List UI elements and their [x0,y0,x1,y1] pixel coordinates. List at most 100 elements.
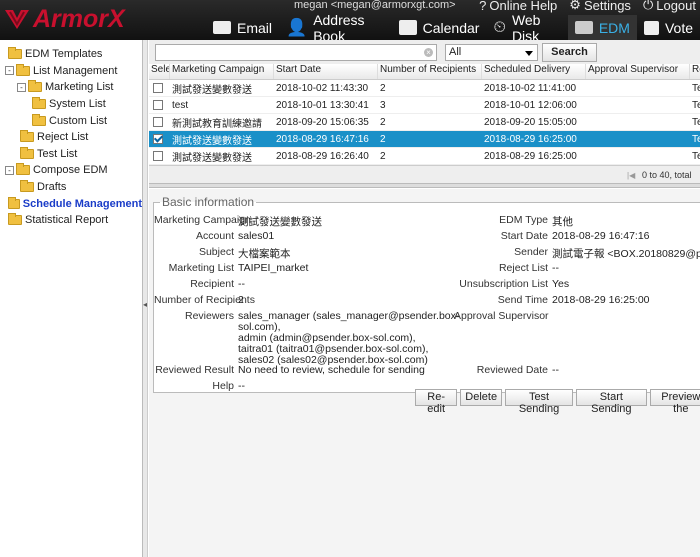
table-cell: 2 [380,150,386,162]
table-cell: 測試發送變數發送 [172,152,252,164]
vote-icon [643,20,659,35]
table-cell: 2018-09-20 15:06:35 [276,116,369,128]
field-label: Help [212,380,234,392]
table-cell: Te [692,133,700,145]
sidebar-item-compose-edm[interactable]: - Compose EDM [0,162,142,179]
nav-email[interactable]: Email [206,15,279,40]
re-edit-button[interactable]: Re-edit [415,389,458,415]
first-page-icon[interactable]: |◀ [627,171,635,180]
table-row[interactable]: test 2018-10-01 13:30:41 3 2018-10-01 12:06… [149,97,700,114]
column-header[interactable]: Scheduled Delivery [482,64,586,79]
table-cell: 2018-10-02 11:43:30 [276,82,369,94]
field-label: Start Date [500,230,548,242]
table-cell: 測試發送變數發送 [172,84,252,96]
field-value: -- [238,278,245,290]
field-value: Yes [552,278,570,290]
filter-select[interactable]: All [445,44,538,61]
column-header[interactable]: Number of Recipients [378,64,482,79]
sidebar-item-custom-list[interactable]: Custom List [0,112,142,129]
nav-web-disk[interactable]: ⏲ Web Disk [486,12,567,44]
sidebar-item-edm-templates[interactable]: EDM Templates [0,46,142,63]
field-label: Approval Supervisor [454,310,549,322]
field-label: Reviewers [184,310,234,322]
table-cell: Te [692,99,700,111]
table-row[interactable]: 測試發送變數發送 2018-10-02 11:43:30 2 2018-10-02 1… [149,80,700,97]
clear-icon[interactable]: × [424,48,433,57]
table-cell: Te [692,150,700,162]
table-cell: 2018-08-29 16:47:16 [276,133,369,145]
column-header[interactable]: Select [149,64,170,79]
field-value: 2018-08-29 16:25:00 [552,294,650,306]
table-cell: 2018-10-01 13:30:41 [276,99,369,111]
row-checkbox[interactable] [153,150,163,161]
person-icon: 👤 [286,17,308,37]
table-cell: 2018-09-20 15:05:00 [484,116,577,128]
row-checkbox[interactable] [153,99,163,110]
chevron-down-icon [525,51,533,56]
nav-calendar[interactable]: Calendar [392,15,487,40]
field-label: Send Time [497,294,548,306]
table-cell: 新測試教育訓練邀請 [172,118,262,130]
collapse-toggle-icon[interactable]: - [17,82,26,92]
field-value: 其他 [552,216,573,228]
table-cell: 2 [380,82,386,94]
collapse-toggle-icon[interactable]: - [5,66,14,76]
sidebar-item-drafts[interactable]: Drafts [0,179,142,196]
help-icon: ? [479,0,487,13]
sidebar-item-list-management[interactable]: - List Management [0,63,142,80]
column-header[interactable]: Start Date [274,64,378,79]
row-checkbox[interactable] [153,82,163,93]
column-header[interactable]: Re [690,64,700,79]
field-value: TAIPEI_market [238,262,309,274]
table-cell: 2018-08-29 16:26:40 [276,150,369,162]
table-row[interactable]: 測試發送變數發送 2018-08-29 16:47:16 2 2018-08-29 1… [149,131,700,148]
folder-icon [8,213,22,226]
nav-vote[interactable]: Vote [637,15,700,40]
settings-link[interactable]: ⚙ Settings [569,0,631,13]
folder-icon [32,97,46,110]
start-sending-button[interactable]: Start Sending [575,389,647,415]
field-label: Marketing List [168,262,234,274]
sidebar-item-marketing-list[interactable]: - Marketing List [0,79,142,96]
table-cell: test [172,99,189,111]
pane-splitter[interactable] [149,183,700,188]
search-button[interactable]: Search [542,43,597,62]
preview-the-button[interactable]: Preview the [649,389,700,415]
field-value: 2 [238,294,244,306]
logout-link[interactable]: ⏻ Logout [643,0,696,13]
table-row[interactable]: 測試發送變數發送 2018-08-29 16:26:40 2 2018-08-29 1… [149,148,700,165]
edm-icon [574,21,593,34]
column-header[interactable]: Marketing Campaign [170,64,274,79]
folder-icon [8,47,22,60]
field-label: Unsubscription List [459,278,548,290]
sidebar-item-schedule-management[interactable]: Schedule Management [0,195,142,212]
grid-pager: |◀ 0 to 40, total [149,165,700,183]
sidebar-item-test-list[interactable]: Test List [0,146,142,163]
sidebar-item-system-list[interactable]: System List [0,96,142,113]
table-row[interactable]: 新測試教育訓練邀請 2018-09-20 15:06:35 2 2018-09-20 … [149,114,700,131]
delete-button[interactable]: Delete [460,389,503,406]
grid-header: Select Marketing Campaign Start Date Num… [149,64,700,80]
armorx-logo-icon [5,10,29,29]
disk-icon: ⏲ [493,18,506,36]
power-icon: ⏻ [642,0,654,12]
nav-address-book[interactable]: 👤 Address Book [279,12,392,44]
basic-information: Basic information Marketing Campaign 測試發送… [153,195,700,415]
calendar-icon [398,20,417,35]
field-value: 測試發送變數發送 [238,216,322,228]
nav-edm[interactable]: EDM [567,15,637,40]
field-label: Marketing Campaign [154,214,251,226]
table-cell: Te [692,82,700,94]
sidebar-splitter[interactable]: ◂ [143,40,148,557]
collapse-arrow-icon[interactable]: ◂ [143,300,147,309]
collapse-toggle-icon[interactable]: - [5,165,14,175]
sidebar-item-reject-list[interactable]: Reject List [0,129,142,146]
row-checkbox[interactable] [153,133,163,144]
field-label: EDM Type [499,214,548,226]
sidebar-item-statistical-report[interactable]: Statistical Report [0,212,142,229]
search-input[interactable]: × [155,44,437,61]
test-sending-button[interactable]: Test Sending [505,389,573,415]
row-checkbox[interactable] [153,116,163,127]
sidebar-tree: EDM Templates - List Management - Marketing … [0,40,143,557]
column-header[interactable]: Approval Supervisor [586,64,690,79]
